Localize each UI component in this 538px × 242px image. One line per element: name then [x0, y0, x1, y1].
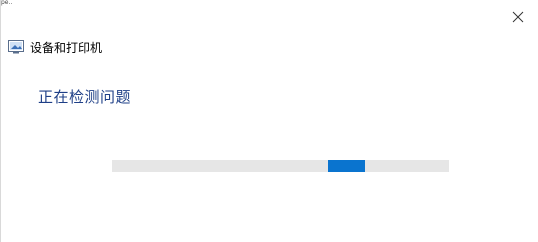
- app-title: 设备和打印机: [30, 40, 103, 55]
- progress-indicator: [328, 160, 365, 172]
- devices-and-printers-icon: [8, 40, 30, 54]
- window-header: 设备和打印机: [8, 39, 102, 55]
- progress-bar: [112, 160, 449, 172]
- troubleshooter-window: pe.. 设备和打印机 正在检测问题: [0, 0, 538, 242]
- close-button[interactable]: [498, 0, 538, 34]
- status-heading: 正在检测问题: [38, 88, 132, 106]
- corner-text: pe..: [1, 0, 13, 6]
- close-icon: [512, 11, 524, 23]
